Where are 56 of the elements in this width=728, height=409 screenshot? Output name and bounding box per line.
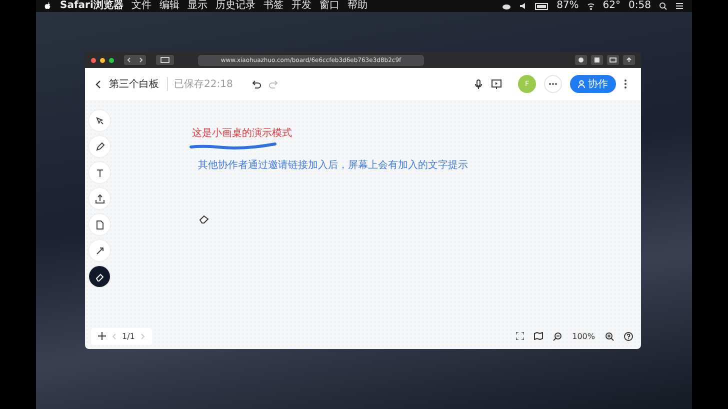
- menu-item[interactable]: 编辑: [159, 0, 180, 12]
- canvas-heading-text: 这是小画桌的演示模式: [192, 128, 292, 140]
- toolbar-icons-drawing[interactable]: [575, 55, 635, 65]
- battery-percent: 87%: [556, 0, 579, 12]
- pen-icon: [94, 142, 104, 152]
- person-icon: [578, 80, 585, 88]
- text-tool-button[interactable]: [89, 162, 110, 183]
- canvas-note-text: 其他协作者通过邀请链接加入后，屏幕上会有加入的文字提示: [198, 158, 468, 172]
- file-tool-button[interactable]: [89, 214, 110, 235]
- select-icon: [94, 116, 104, 126]
- zoom-level: 100%: [572, 332, 595, 340]
- wifi-icon[interactable]: [586, 2, 595, 10]
- temperature-reading: 62°: [602, 0, 621, 12]
- search-icon[interactable]: [659, 2, 667, 10]
- text-icon: [94, 168, 104, 178]
- arrow-tool-button[interactable]: [89, 240, 110, 261]
- upload-icon: [94, 194, 104, 204]
- back-icon[interactable]: [95, 80, 101, 88]
- volume-icon[interactable]: [518, 2, 527, 10]
- file-icon: [94, 220, 104, 230]
- save-status: 已保存22:18: [167, 77, 233, 91]
- undo-icon[interactable]: [250, 80, 261, 88]
- presentation-icon[interactable]: [491, 78, 502, 90]
- zoom-window-button[interactable]: [109, 58, 114, 62]
- more-vertical-icon[interactable]: [624, 79, 627, 89]
- more-icon[interactable]: [544, 75, 562, 93]
- zoom-in-icon[interactable]: [605, 332, 614, 340]
- arrow-icon: [94, 246, 104, 256]
- menu-icon[interactable]: [675, 2, 684, 10]
- menu-item[interactable]: 开发: [291, 0, 312, 12]
- add-page-icon[interactable]: [98, 332, 106, 340]
- eraser-tool-button[interactable]: [89, 266, 110, 287]
- apple-logo-icon[interactable]: [44, 2, 52, 10]
- menu-item[interactable]: 历史记录: [215, 0, 256, 12]
- page-count: 1/1: [122, 332, 135, 340]
- eraser-cursor-icon: [199, 214, 210, 224]
- collaborate-button[interactable]: 协作: [570, 75, 616, 93]
- battery-icon[interactable]: [534, 2, 549, 10]
- back-forward-icon[interactable]: [124, 55, 146, 65]
- help-icon[interactable]: [624, 332, 633, 340]
- map-icon[interactable]: [534, 332, 544, 340]
- menu-item[interactable]: 帮助: [347, 0, 368, 12]
- sidebar-icon[interactable]: [156, 55, 174, 65]
- upload-tool-button[interactable]: [89, 188, 110, 209]
- board-title[interactable]: 第三个白板: [109, 77, 159, 91]
- pen-tool-button[interactable]: [89, 136, 110, 157]
- zoom-out-icon[interactable]: [553, 332, 562, 340]
- eraser-icon: [94, 272, 104, 282]
- select-tool-button[interactable]: [89, 110, 110, 131]
- microphone-icon[interactable]: [474, 78, 483, 90]
- menu-item[interactable]: 书签: [263, 0, 284, 12]
- minimize-window-button[interactable]: [100, 58, 105, 62]
- fullscreen-icon[interactable]: [516, 332, 524, 340]
- clock-time: 0:58: [628, 0, 651, 12]
- close-window-button[interactable]: [91, 58, 96, 62]
- menu-item[interactable]: 显示: [187, 0, 208, 12]
